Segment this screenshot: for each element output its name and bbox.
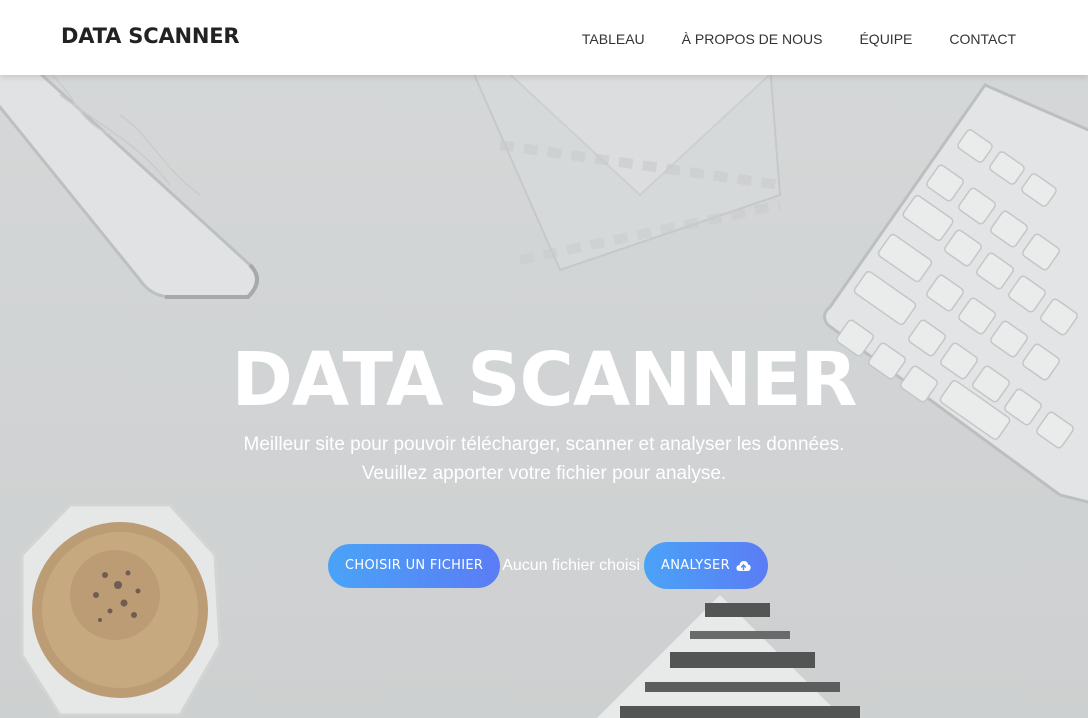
analyze-button[interactable]: ANALYSER <box>644 542 768 589</box>
hero-title: DATA SCANNER <box>231 337 858 423</box>
upload-form: CHOISIR UN FICHIER Aucun fichier choisi … <box>328 542 768 589</box>
file-status-text: Aucun fichier choisi <box>502 556 641 574</box>
choose-file-button[interactable]: CHOISIR UN FICHIER <box>328 543 501 588</box>
nav-link-about[interactable]: À PROPOS DE NOUS <box>682 31 823 47</box>
nav-link-contact[interactable]: CONTACT <box>949 31 1016 47</box>
nav-link-tableau[interactable]: TABLEAU <box>582 31 645 47</box>
hero-section: DATA SCANNER Meilleur site pour pouvoir … <box>0 75 1088 718</box>
nav-links: TABLEAU À PROPOS DE NOUS ÉQUIPE CONTACT <box>545 31 1016 47</box>
analyze-button-label: ANALYSER <box>661 558 730 573</box>
navbar: DATA SCANNER TABLEAU À PROPOS DE NOUS ÉQ… <box>0 0 1088 75</box>
brand-logo[interactable]: DATA SCANNER <box>61 24 240 48</box>
hero-subtitle: Meilleur site pour pouvoir télécharger, … <box>243 434 845 484</box>
cloud-upload-icon <box>736 560 751 572</box>
nav-link-team[interactable]: ÉQUIPE <box>859 31 912 47</box>
